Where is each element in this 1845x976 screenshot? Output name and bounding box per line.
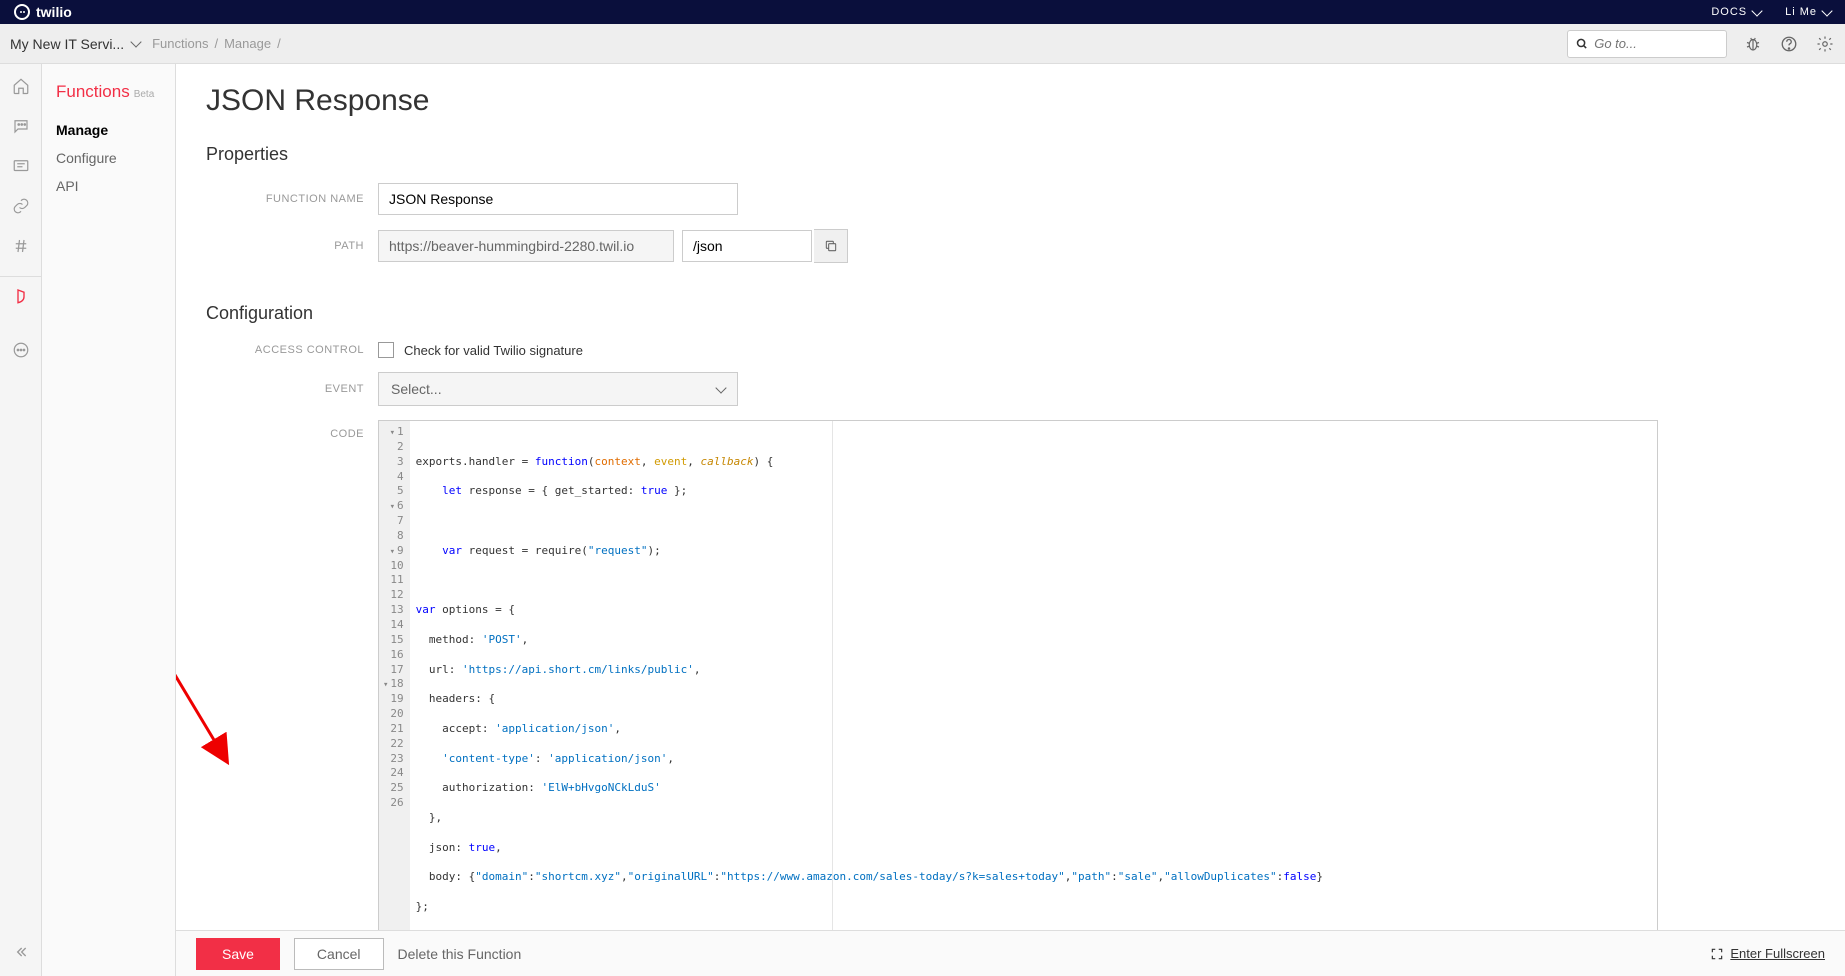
copy-button[interactable] [814,229,848,263]
chevron-down-icon [130,36,141,47]
chat-icon[interactable] [11,156,31,176]
chevron-down-icon [1751,5,1762,16]
brand-logo[interactable]: twilio [14,4,72,20]
docs-menu[interactable]: DOCS [1711,6,1761,18]
access-control-label: ACCESS CONTROL [206,344,378,356]
path-base-input [378,230,674,262]
debug-icon[interactable] [1743,34,1763,54]
access-checkbox[interactable] [378,342,394,358]
copy-icon [824,239,838,253]
top-right-nav: DOCS Li Me [1711,6,1831,18]
search-box[interactable] [1567,30,1727,58]
help-icon[interactable] [1779,34,1799,54]
breadcrumb-item[interactable]: Functions [152,36,208,51]
path-label: PATH [206,240,378,252]
code-label: CODE [206,420,378,440]
path-input[interactable] [682,230,812,262]
chevron-down-icon [715,382,726,393]
more-icon[interactable] [11,340,31,360]
event-placeholder: Select... [391,381,442,397]
project-name: My New IT Servi... [10,36,124,52]
chevron-down-icon [1821,5,1832,16]
hash-icon[interactable] [11,236,31,256]
collapse-icon[interactable] [11,942,31,962]
access-checkbox-label: Check for valid Twilio signature [404,343,583,358]
functions-icon[interactable] [0,276,41,296]
breadcrumb-item[interactable]: Manage [224,36,271,51]
enter-fullscreen-link[interactable]: Enter Fullscreen [1710,946,1825,961]
settings-icon[interactable] [1815,34,1835,54]
sidebar-configure[interactable]: Configure [56,150,175,166]
event-select[interactable]: Select... [378,372,738,406]
fullscreen-icon [1710,947,1724,961]
sidebar-api[interactable]: API [56,178,175,194]
save-button[interactable]: Save [196,938,280,970]
top-bar: twilio DOCS Li Me [0,0,1845,24]
search-icon [1576,37,1588,51]
sidebar-manage[interactable]: Manage [56,122,175,138]
brand-text: twilio [36,4,72,20]
properties-heading: Properties [206,144,1815,165]
sidebar: Functions Beta Manage Configure API [42,64,176,976]
delete-function-link[interactable]: Delete this Function [398,946,522,962]
code-editor[interactable]: ▾12345▾678▾91011121314151617▾18192021222… [378,420,1658,976]
code-body[interactable]: exports.handler = function(context, even… [410,421,1657,976]
nav-bar: My New IT Servi... Functions / Manage / [0,24,1845,64]
line-gutter: ▾12345▾678▾91011121314151617▾18192021222… [379,421,410,976]
link-icon[interactable] [11,196,31,216]
logo-icon [14,4,30,20]
search-input[interactable] [1594,36,1718,51]
cancel-button[interactable]: Cancel [294,938,384,970]
main-panel: JSON Response Properties FUNCTION NAME P… [176,64,1845,976]
configuration-heading: Configuration [206,303,1815,324]
page-title: JSON Response [206,84,1815,118]
user-menu[interactable]: Li Me [1785,6,1831,18]
function-name-input[interactable] [378,183,738,215]
footer-bar: Save Cancel Delete this Function Enter F… [176,930,1845,976]
project-dropdown[interactable]: My New IT Servi... [10,36,140,52]
event-label: EVENT [206,383,378,395]
beta-badge: Beta [134,89,155,100]
user-label: Li Me [1785,6,1817,18]
icon-rail [0,64,42,976]
home-icon[interactable] [11,76,31,96]
sidebar-title: Functions Beta [56,82,175,102]
docs-label: DOCS [1711,6,1747,18]
breadcrumb: Functions / Manage / [152,36,281,51]
function-name-label: FUNCTION NAME [206,193,378,205]
messaging-icon[interactable] [11,116,31,136]
